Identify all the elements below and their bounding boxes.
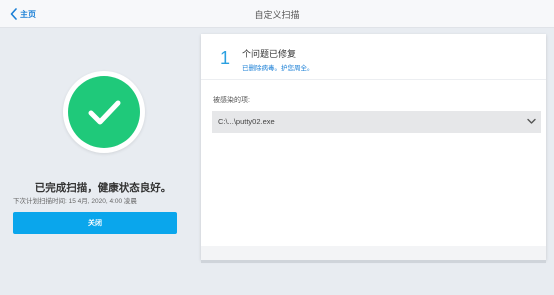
close-button[interactable]: 关闭 (13, 212, 177, 234)
divider (201, 79, 546, 80)
status-badge (68, 76, 140, 148)
panel-bottom-edge (201, 260, 546, 263)
page-title: 自定义扫描 (254, 10, 300, 20)
infected-items-label: 被感染的项: (213, 97, 250, 104)
infected-file-value: C:\...\putty02.exe (218, 117, 275, 126)
fixed-count: 1 (220, 48, 231, 68)
panel-footer (201, 246, 546, 260)
scan-complete-message: 已完成扫描，健康状态良好。 (34, 182, 172, 194)
infected-file-dropdown[interactable]: C:\...\putty02.exe (212, 111, 541, 133)
checkmark-icon (88, 100, 121, 125)
top-bar: 主页 自定义扫描 (0, 0, 554, 28)
results-panel: 1 个问题已修复 已删除病毒。护您周全。 被感染的项: C:\...\putty… (201, 34, 546, 263)
fixed-title: 个问题已修复 (242, 49, 297, 59)
next-scan-time: 下次计划扫描时间: 15 4月, 2020, 4:00 凌晨 (13, 198, 137, 205)
chevron-down-icon (527, 118, 536, 124)
fixed-subtitle: 已删除病毒。护您周全。 (242, 65, 314, 72)
